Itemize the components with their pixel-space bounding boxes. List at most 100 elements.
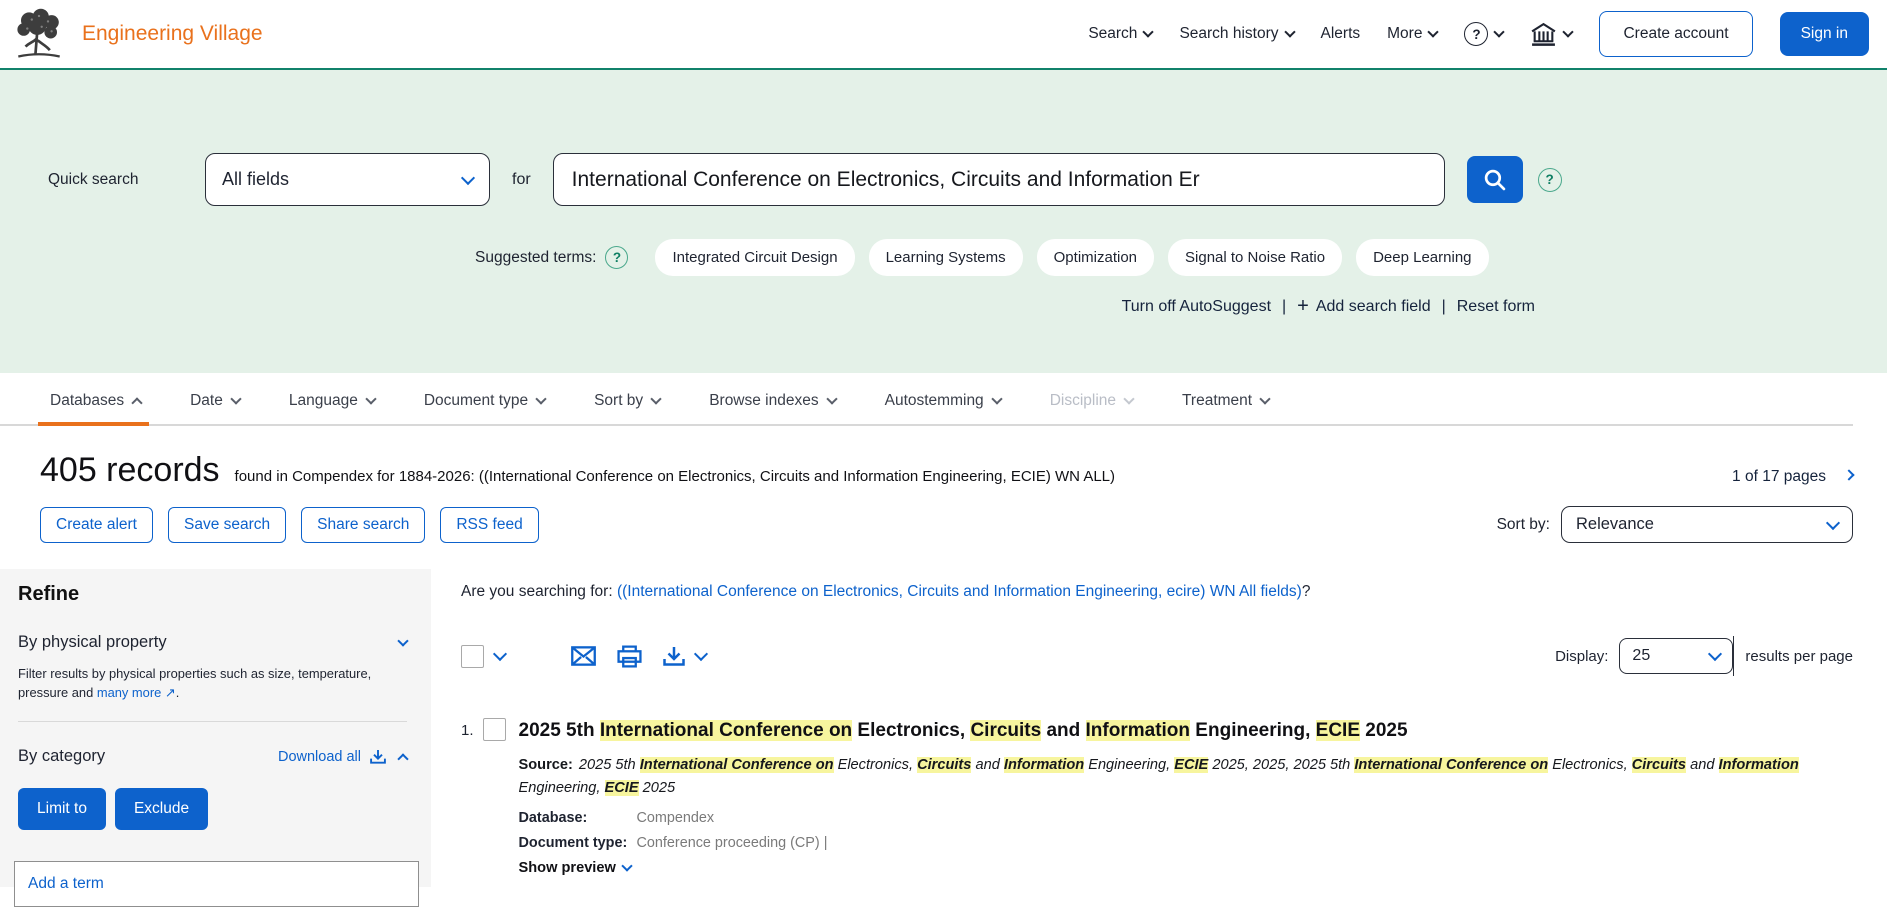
nav-item[interactable]: Search bbox=[1088, 25, 1155, 43]
download-button[interactable] bbox=[663, 646, 709, 666]
sign-in-button[interactable]: Sign in bbox=[1779, 12, 1869, 56]
printer-icon bbox=[617, 644, 642, 668]
show-preview-button[interactable]: Show preview bbox=[519, 860, 633, 876]
limit-to-button[interactable]: Limit to bbox=[18, 788, 106, 831]
create-account-button[interactable]: Create account bbox=[1599, 11, 1753, 57]
quick-search-panel: Quick search All fields for ? Suggested … bbox=[0, 70, 1887, 373]
chevron-down-icon bbox=[365, 393, 377, 405]
chevron-down-icon bbox=[621, 860, 633, 872]
filter-tab[interactable]: Treatment bbox=[1180, 381, 1271, 424]
external-link-icon: ↗ bbox=[164, 684, 176, 700]
result-item: 1. 2025 5th International Conference on … bbox=[461, 718, 1853, 876]
results-per-page-selector[interactable]: 25 bbox=[1619, 638, 1734, 674]
records-found-description: found in Compendex for 1884-2026: ((Inte… bbox=[234, 468, 1116, 485]
brand[interactable]: Engineering Village bbox=[12, 7, 263, 61]
chevron-down-icon bbox=[1825, 515, 1841, 530]
chevron-down-icon bbox=[1283, 26, 1296, 38]
action-button[interactable]: Create alert bbox=[40, 506, 153, 543]
separator: | bbox=[1282, 298, 1287, 315]
nav-item[interactable]: More bbox=[1387, 25, 1440, 43]
top-header: Engineering Village Search Search history… bbox=[0, 0, 1887, 70]
suggested-term-chip[interactable]: Deep Learning bbox=[1356, 239, 1489, 276]
action-button[interactable]: RSS feed bbox=[440, 506, 539, 543]
action-button[interactable]: Share search bbox=[301, 506, 426, 543]
chevron-down-icon bbox=[460, 170, 476, 185]
chevron-down-icon bbox=[397, 634, 409, 647]
select-all-checkbox[interactable] bbox=[461, 644, 484, 668]
suggested-terms-label: Suggested terms: bbox=[475, 248, 597, 266]
suggested-term-chip[interactable]: Integrated Circuit Design bbox=[655, 239, 855, 276]
header-nav-items: Search Search history Alerts More bbox=[1088, 25, 1440, 43]
pagination[interactable]: 1 of 17 pages bbox=[1732, 468, 1855, 486]
exclude-button[interactable]: Exclude bbox=[114, 788, 209, 831]
field-selector-value: All fields bbox=[222, 169, 290, 189]
result-title[interactable]: 2025 5th International Conference on Ele… bbox=[519, 718, 1851, 745]
elsevier-tree-logo bbox=[17, 8, 60, 58]
filter-tab[interactable]: Browse indexes bbox=[707, 381, 838, 424]
chevron-down-icon bbox=[1427, 26, 1440, 38]
facet-physical-property[interactable]: By physical property bbox=[18, 633, 409, 652]
download-all-link[interactable]: Download all bbox=[278, 749, 409, 765]
turn-off-autosuggest-link[interactable]: Turn off AutoSuggest bbox=[1122, 298, 1271, 316]
filter-tabs: Databases Date Language Document type Sort b… bbox=[0, 381, 1853, 426]
results-per-page-value: 25 bbox=[1632, 647, 1651, 664]
result-checkbox[interactable] bbox=[482, 718, 506, 741]
result-doctype: Document type: Conference proceeding (CP)… bbox=[518, 834, 828, 851]
pagination-label: 1 of 17 pages bbox=[1732, 468, 1826, 485]
filter-tab[interactable]: Discipline bbox=[1048, 381, 1135, 424]
chevron-right-icon bbox=[1843, 469, 1855, 481]
suggested-terms-help-icon[interactable]: ? bbox=[605, 246, 629, 269]
filter-tab[interactable]: Language bbox=[287, 381, 377, 424]
search-help-icon[interactable]: ? bbox=[1537, 167, 1562, 192]
refine-sidebar: Refine By physical property Filter resul… bbox=[0, 569, 431, 907]
suggested-term-chip[interactable]: Learning Systems bbox=[868, 239, 1023, 276]
print-button[interactable] bbox=[617, 644, 642, 668]
chevron-down-icon bbox=[650, 393, 662, 405]
institution-icon bbox=[1531, 22, 1556, 46]
filter-tab[interactable]: Document type bbox=[422, 381, 547, 424]
divider bbox=[1733, 636, 1735, 676]
search-icon bbox=[1484, 169, 1506, 191]
filter-tab[interactable]: Date bbox=[188, 381, 242, 424]
separator: | bbox=[1441, 298, 1446, 315]
suggested-term-chip[interactable]: Optimization bbox=[1036, 239, 1155, 276]
download-icon bbox=[663, 647, 685, 666]
reset-form-link[interactable]: Reset form bbox=[1457, 298, 1535, 316]
filter-tab[interactable]: Databases bbox=[37, 381, 150, 426]
chevron-down-icon bbox=[230, 393, 242, 405]
chevron-down-icon bbox=[131, 397, 143, 409]
action-button[interactable]: Save search bbox=[167, 506, 287, 543]
chevron-down-icon bbox=[1123, 393, 1135, 405]
search-button[interactable] bbox=[1466, 156, 1523, 203]
chevron-down-icon bbox=[1493, 26, 1506, 38]
result-database: Database: Compendex bbox=[518, 809, 715, 826]
add-search-field-link[interactable]: + Add search field bbox=[1297, 296, 1430, 317]
action-buttons: Create alert Save search Share search RSS f… bbox=[40, 506, 539, 543]
field-selector[interactable]: All fields bbox=[205, 153, 490, 206]
email-button[interactable] bbox=[571, 646, 596, 666]
result-source: Source: 2025 5th International Conference… bbox=[518, 756, 1799, 797]
sort-by-selector[interactable]: Relevance bbox=[1561, 506, 1853, 543]
chevron-down-icon bbox=[535, 393, 547, 405]
physical-property-description: Filter results by physical properties su… bbox=[18, 666, 372, 700]
facet-category[interactable]: By category Download all bbox=[18, 747, 409, 766]
searching-for-query-link[interactable]: ((International Conference on Electronic… bbox=[617, 583, 1302, 600]
filter-tab[interactable]: Sort by bbox=[592, 381, 662, 424]
search-input[interactable] bbox=[552, 153, 1445, 206]
chevron-down-icon[interactable] bbox=[492, 646, 508, 662]
nav-item[interactable]: Search history bbox=[1179, 25, 1296, 43]
chevron-down-icon bbox=[1562, 26, 1575, 38]
institution-menu-button[interactable] bbox=[1530, 22, 1575, 47]
result-number: 1. bbox=[461, 722, 474, 739]
help-icon: ? bbox=[1464, 22, 1489, 46]
sidebar-divider bbox=[18, 721, 407, 723]
suggested-term-chip[interactable]: Signal to Noise Ratio bbox=[1168, 239, 1343, 276]
chevron-down-icon bbox=[693, 646, 709, 662]
add-term-input[interactable] bbox=[14, 861, 419, 907]
filter-tab[interactable]: Autostemming bbox=[883, 381, 1003, 424]
results-toolbar: Display: 25 results per page bbox=[461, 636, 1853, 676]
many-more-link[interactable]: many more ↗ bbox=[97, 685, 176, 700]
nav-item[interactable]: Alerts bbox=[1321, 25, 1361, 43]
help-menu-button[interactable]: ? bbox=[1464, 22, 1506, 46]
sort-by-label: Sort by: bbox=[1496, 515, 1550, 533]
